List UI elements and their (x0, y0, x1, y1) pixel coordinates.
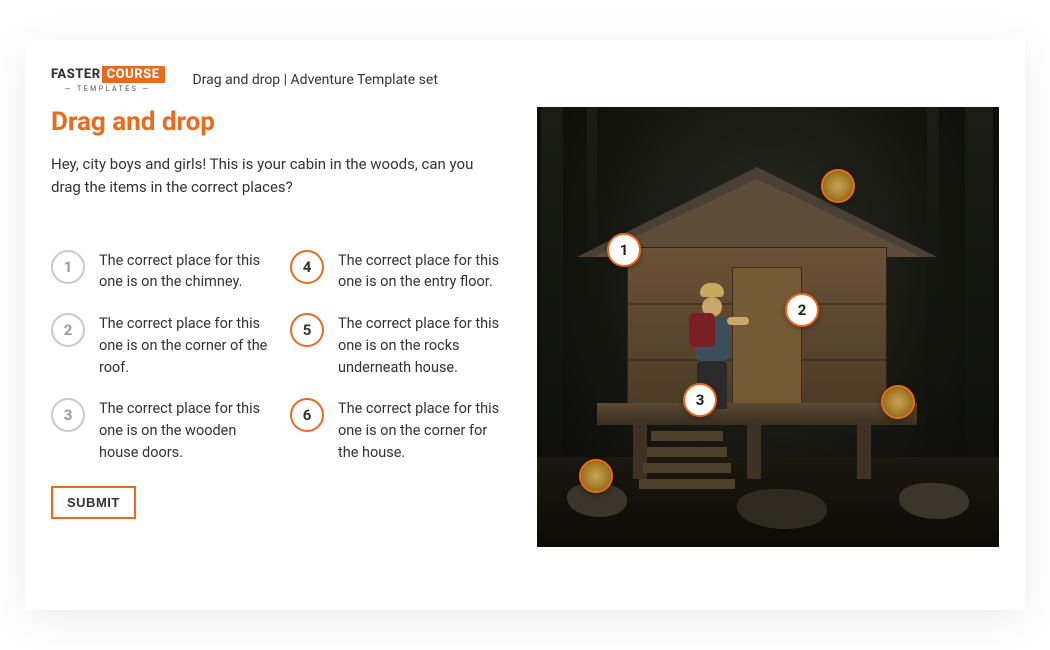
stairs (647, 425, 727, 495)
post (857, 419, 871, 479)
left-panel: Drag and drop Hey, city boys and girls! … (51, 107, 511, 547)
instructions: Hey, city boys and girls! This is your c… (51, 153, 491, 200)
hints-col-left: 1 The correct place for this one is on t… (51, 250, 272, 464)
hints-col-right: 4 The correct place for this one is on t… (290, 250, 511, 464)
hint-chip-6[interactable]: 6 (290, 398, 324, 432)
hint-chip-1[interactable]: 1 (51, 250, 85, 284)
hint-3: 3 The correct place for this one is on t… (51, 398, 272, 463)
logo-text-course: COURSE (102, 66, 165, 83)
breadcrumb: Drag and drop | Adventure Template set (193, 72, 438, 88)
header: FASTER COURSE — TEMPLATES — Drag and dro… (51, 66, 999, 93)
drop-target-chimney[interactable] (821, 169, 855, 203)
drop-target-rocks[interactable] (579, 459, 613, 493)
hint-4: 4 The correct place for this one is on t… (290, 250, 511, 294)
hint-text-3: The correct place for this one is on the… (99, 398, 272, 463)
page-title: Drag and drop (51, 107, 511, 137)
hint-chip-4[interactable]: 4 (290, 250, 324, 284)
hint-text-4: The correct place for this one is on the… (338, 250, 511, 294)
roof-inner (593, 179, 921, 257)
hints: 1 The correct place for this one is on t… (51, 250, 511, 464)
door (732, 267, 802, 407)
hint-chip-5[interactable]: 5 (290, 313, 324, 347)
logo-text-faster: FASTER (51, 67, 101, 82)
hint-text-5: The correct place for this one is on the… (338, 313, 511, 378)
post (747, 419, 761, 479)
hint-text-6: The correct place for this one is on the… (338, 398, 511, 463)
step (647, 447, 727, 457)
drag-token-2[interactable]: 2 (785, 293, 819, 327)
cabin-scene: 1 2 3 (537, 107, 999, 547)
logo: FASTER COURSE — TEMPLATES — (51, 66, 165, 93)
hint-5: 5 The correct place for this one is on t… (290, 313, 511, 378)
logo-top: FASTER COURSE (51, 66, 165, 83)
drop-target-corner[interactable] (881, 385, 915, 419)
backpack (689, 313, 715, 347)
hint-6: 6 The correct place for this one is on t… (290, 398, 511, 463)
hint-1: 1 The correct place for this one is on t… (51, 250, 272, 294)
content: Drag and drop Hey, city boys and girls! … (51, 107, 999, 547)
slide: FASTER COURSE — TEMPLATES — Drag and dro… (25, 40, 1025, 610)
person-hair (700, 283, 724, 297)
step (651, 431, 723, 441)
step (639, 479, 735, 489)
submit-button[interactable]: SUBMIT (51, 486, 136, 519)
hint-text-2: The correct place for this one is on the… (99, 313, 272, 378)
hint-2: 2 The correct place for this one is on t… (51, 313, 272, 378)
drag-token-3[interactable]: 3 (683, 383, 717, 417)
hint-chip-2[interactable]: 2 (51, 313, 85, 347)
logo-subtext: — TEMPLATES — (65, 85, 151, 93)
person-arm (727, 317, 749, 325)
drag-token-1[interactable]: 1 (607, 233, 641, 267)
hint-text-1: The correct place for this one is on the… (99, 250, 272, 294)
hint-chip-3[interactable]: 3 (51, 398, 85, 432)
step (643, 463, 731, 473)
